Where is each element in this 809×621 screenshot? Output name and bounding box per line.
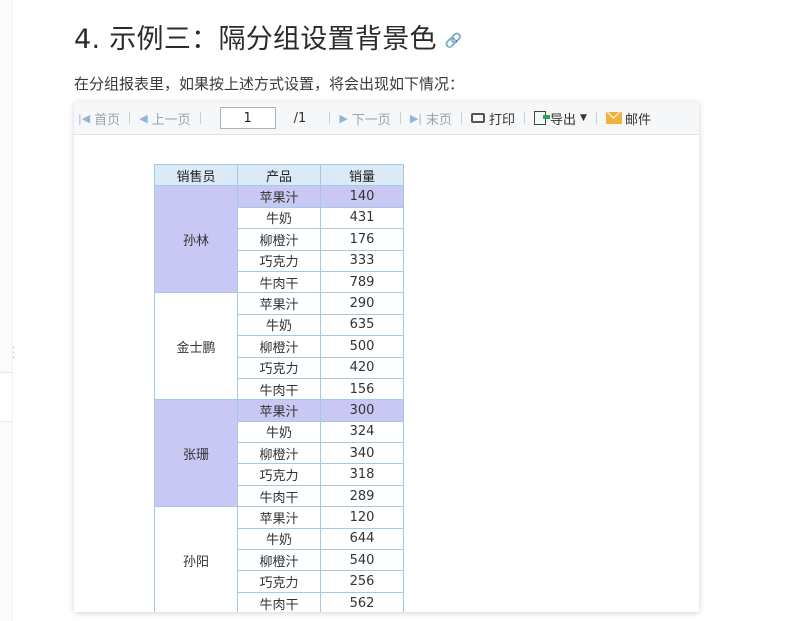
- drag-handle-icon[interactable]: · · ·: [12, 344, 16, 364]
- first-page-label: 首页: [94, 112, 121, 128]
- print-icon: [471, 113, 485, 123]
- side-panel-box: [0, 372, 12, 422]
- product-cell: 柳橙汁: [237, 228, 321, 251]
- toolbar-divider: [524, 112, 526, 124]
- link-icon[interactable]: 🔗: [445, 33, 463, 49]
- quantity-cell: 540: [320, 549, 404, 572]
- product-cell: 巧克力: [237, 249, 321, 272]
- product-cell: 牛奶: [237, 206, 321, 230]
- quantity-cell: 789: [320, 270, 404, 294]
- column-header-product: 产品: [237, 163, 321, 187]
- product-cell: 苹果汁: [237, 292, 321, 315]
- next-page-label: 下一页: [351, 112, 391, 128]
- sales-table: 销售员 产品 销量 孙林 苹果汁 140 牛奶 431 柳橙汁 176 巧克力 333 牛肉干 78…: [154, 163, 404, 612]
- heading-text: 4. 示例三：隔分组设置背景色: [74, 24, 437, 55]
- next-page-icon: ▶: [339, 111, 348, 125]
- quantity-cell: 431: [320, 206, 404, 230]
- column-header-salesperson: 销售员: [154, 163, 238, 187]
- last-page-icon: ▶|: [409, 111, 422, 125]
- product-cell: 柳橙汁: [237, 549, 321, 572]
- product-cell: 牛奶: [237, 313, 321, 337]
- quantity-cell: 256: [320, 570, 404, 593]
- page-total: /1: [293, 110, 307, 126]
- quantity-cell: 635: [320, 313, 404, 337]
- product-cell: 巧克力: [237, 570, 321, 593]
- toolbar-divider: [329, 112, 331, 124]
- section-heading: 4. 示例三：隔分组设置背景色 🔗: [74, 17, 463, 56]
- product-cell: 苹果汁: [237, 506, 321, 529]
- salesperson-cell: 孙阳: [154, 506, 238, 612]
- product-cell: 牛奶: [237, 420, 321, 444]
- quantity-cell: 500: [320, 335, 404, 358]
- intro-paragraph: 在分组报表里，如果按上述方式设置，将会出现如下情况：: [74, 75, 465, 93]
- mail-icon: [605, 112, 622, 124]
- quantity-cell: 300: [320, 399, 404, 422]
- quantity-cell: 324: [320, 420, 404, 444]
- toolbar-divider: [129, 112, 131, 124]
- export-button[interactable]: 导出 ▼: [530, 109, 591, 128]
- export-label: 导出: [550, 112, 577, 128]
- report-preview: |◀ 首页 ◀ 上一页 /1 ▶ 下一页 ▶| 末页 打印 导出 ▼: [74, 102, 699, 612]
- quantity-cell: 176: [320, 228, 404, 251]
- toolbar-divider: [399, 112, 401, 124]
- table-header-row: 销售员 产品 销量: [154, 163, 404, 187]
- page-number-input[interactable]: [219, 107, 276, 129]
- salesperson-cell: 金士鹏: [154, 292, 238, 401]
- product-cell: 巧克力: [237, 463, 321, 486]
- product-cell: 牛肉干: [237, 484, 321, 508]
- quantity-cell: 290: [320, 292, 404, 315]
- print-label: 打印: [489, 112, 516, 128]
- toolbar-divider: [199, 112, 201, 124]
- report-toolbar: |◀ 首页 ◀ 上一页 /1 ▶ 下一页 ▶| 末页 打印 导出 ▼: [74, 102, 699, 135]
- product-cell: 牛肉干: [237, 591, 321, 612]
- product-cell: 柳橙汁: [237, 442, 321, 465]
- last-page-button[interactable]: ▶| 末页: [406, 109, 456, 128]
- salesperson-cell: 孙林: [154, 185, 238, 294]
- mail-button[interactable]: 邮件: [602, 109, 655, 128]
- quantity-cell: 333: [320, 249, 404, 272]
- product-cell: 牛肉干: [237, 270, 321, 294]
- quantity-cell: 140: [320, 185, 404, 208]
- table-row: 金士鹏 苹果汁 290: [154, 292, 404, 401]
- quantity-cell: 644: [320, 527, 404, 551]
- column-header-quantity: 销量: [320, 163, 404, 187]
- table-body: 孙林 苹果汁 140 牛奶 431 柳橙汁 176 巧克力 333 牛肉干 789 金士鹏 苹果汁 290…: [154, 185, 404, 612]
- product-cell: 巧克力: [237, 356, 321, 379]
- product-cell: 牛肉干: [237, 377, 321, 401]
- quantity-cell: 340: [320, 442, 404, 465]
- product-cell: 柳橙汁: [237, 335, 321, 358]
- toolbar-divider: [461, 112, 462, 124]
- first-page-icon: |◀: [78, 111, 91, 125]
- next-page-button[interactable]: ▶ 下一页: [335, 109, 394, 128]
- left-edge-panel: [0, 0, 13, 621]
- product-cell: 苹果汁: [237, 399, 321, 422]
- mail-label: 邮件: [624, 112, 651, 128]
- last-page-label: 末页: [425, 112, 452, 128]
- quantity-cell: 156: [320, 377, 404, 401]
- prev-page-icon: ◀: [139, 111, 148, 125]
- first-page-button[interactable]: |◀ 首页: [74, 109, 124, 128]
- quantity-cell: 562: [320, 591, 404, 612]
- table-row: 张珊 苹果汁 300: [154, 399, 404, 508]
- product-cell: 苹果汁: [237, 185, 321, 208]
- table-row: 孙林 苹果汁 140: [154, 185, 404, 294]
- quantity-cell: 420: [320, 356, 404, 379]
- prev-page-button[interactable]: ◀ 上一页: [135, 109, 194, 128]
- toolbar-divider: [595, 112, 597, 124]
- salesperson-cell: 张珊: [154, 399, 238, 508]
- print-button[interactable]: 打印: [467, 109, 519, 128]
- export-icon: [534, 111, 551, 125]
- table-row: 孙阳 苹果汁 120: [154, 506, 404, 612]
- chevron-down-icon: ▼: [580, 113, 587, 123]
- quantity-cell: 120: [320, 506, 404, 529]
- prev-page-label: 上一页: [151, 112, 191, 128]
- quantity-cell: 318: [320, 463, 404, 486]
- product-cell: 牛奶: [237, 527, 321, 551]
- quantity-cell: 289: [320, 484, 404, 508]
